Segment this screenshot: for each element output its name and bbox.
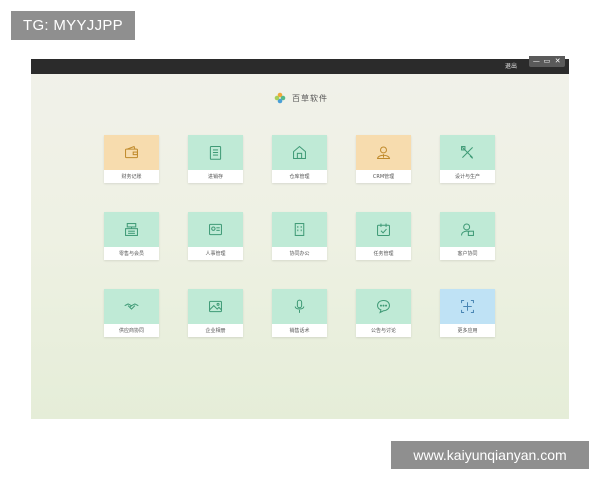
- tile-label: 协同办公: [289, 251, 310, 257]
- tile-label: 供应商协同: [118, 328, 144, 334]
- chat-bubble-icon: [377, 300, 390, 314]
- app-tile-album[interactable]: 企业相册: [188, 289, 243, 337]
- app-tile-crm[interactable]: CRM管理: [356, 135, 411, 183]
- app-window: 退出 — ▭ ✕ 百草软件 财务记账 进销存 仓库管理 CRM管理 设计与生产 …: [31, 56, 569, 419]
- design-tools-icon: [461, 146, 473, 159]
- tile-label: 更多应用: [457, 328, 478, 334]
- photo-icon: [209, 300, 222, 313]
- tile-label: 公告与讨论: [370, 328, 396, 334]
- tile-label: 销售话术: [289, 328, 310, 334]
- tg-watermark: TG: MYYJJPP: [11, 11, 135, 40]
- app-tile-tasks[interactable]: 任务管理: [356, 212, 411, 260]
- microphone-icon: [294, 299, 305, 313]
- tile-label: 进销存: [207, 174, 223, 180]
- tile-label: 客户协同: [457, 251, 478, 257]
- brand-header: 百草软件: [274, 91, 328, 105]
- handshake-icon: [124, 303, 139, 310]
- app-tile-announcement[interactable]: 公告与讨论: [356, 289, 411, 337]
- brand-logo-icon: [274, 92, 286, 104]
- logout-link[interactable]: 退出: [505, 62, 517, 71]
- app-tile-sales-script[interactable]: 销售话术: [272, 289, 327, 337]
- tile-label: 企业相册: [205, 328, 226, 334]
- tile-label: 仓库管理: [289, 174, 310, 180]
- tile-label: 设计与生产: [454, 174, 480, 180]
- app-tile-hr[interactable]: 人事管理: [188, 212, 243, 260]
- app-tile-office[interactable]: 协同办公: [272, 212, 327, 260]
- window-controls: — ▭ ✕: [529, 56, 565, 67]
- customer-icon: [461, 223, 474, 236]
- tile-label: 零售与会员: [118, 251, 144, 257]
- app-tile-inventory[interactable]: 进销存: [188, 135, 243, 183]
- app-tile-warehouse[interactable]: 仓库管理: [272, 135, 327, 183]
- app-tile-retail[interactable]: 零售与会员: [104, 212, 159, 260]
- tile-label: CRM管理: [372, 174, 395, 180]
- tile-label: 人事管理: [205, 251, 226, 257]
- warehouse-icon: [293, 145, 306, 159]
- user-crm-icon: [376, 146, 391, 159]
- cash-register-icon: [125, 223, 138, 236]
- app-tile-supplier[interactable]: 供应商协同: [104, 289, 159, 337]
- document-list-icon: [209, 146, 222, 160]
- app-tile-customer[interactable]: 客户协同: [440, 212, 495, 260]
- app-tile-design[interactable]: 设计与生产: [440, 135, 495, 183]
- personnel-card-icon: [209, 223, 222, 236]
- title-bar: 退出: [31, 59, 569, 74]
- tile-label: 任务管理: [373, 251, 394, 257]
- app-tile-finance[interactable]: 财务记账: [104, 135, 159, 183]
- wallet-icon: [125, 145, 138, 159]
- close-button[interactable]: ✕: [554, 58, 562, 65]
- app-tile-more[interactable]: 更多应用: [440, 289, 495, 337]
- maximize-button[interactable]: ▭: [543, 58, 551, 65]
- minimize-button[interactable]: —: [532, 58, 540, 65]
- url-watermark: www.kaiyunqianyan.com: [391, 441, 589, 469]
- calendar-check-icon: [377, 223, 390, 236]
- brand-name: 百草软件: [292, 93, 328, 103]
- tile-label: 财务记账: [121, 174, 142, 180]
- add-app-icon: [461, 300, 474, 313]
- office-building-icon: [294, 223, 305, 236]
